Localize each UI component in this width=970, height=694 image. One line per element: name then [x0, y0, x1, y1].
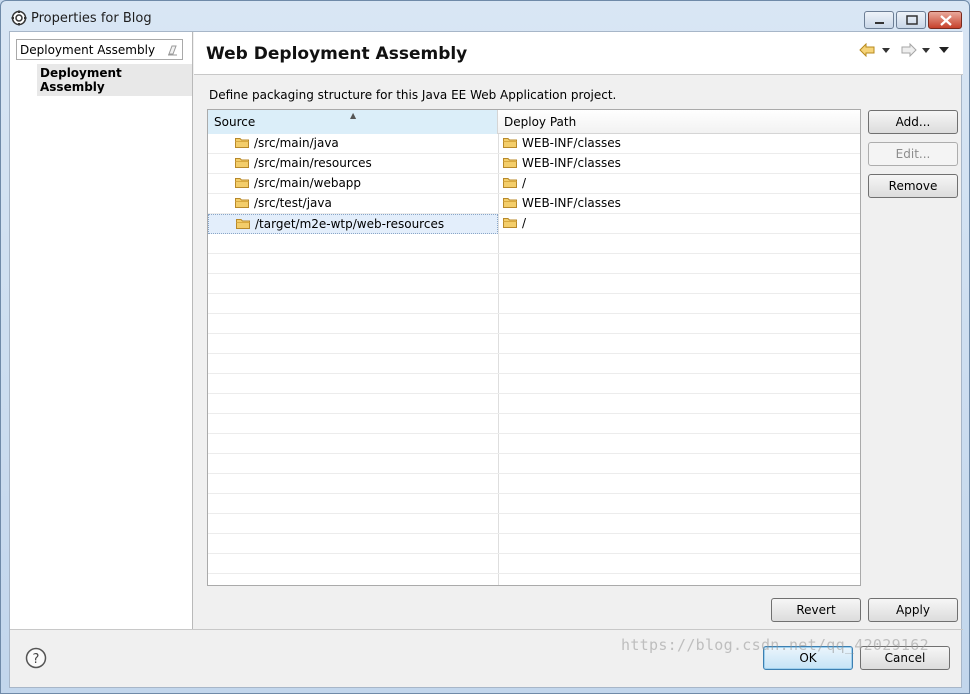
back-arrow-icon[interactable] [859, 43, 877, 57]
source-path: /src/main/resources [254, 156, 372, 170]
folder-icon [503, 198, 517, 208]
svg-text:?: ? [33, 652, 40, 667]
title-bar[interactable]: Properties for Blog [1, 1, 969, 31]
source-path: /target/m2e-wtp/web-resources [255, 217, 445, 231]
deploy-path-cell: WEB-INF/classes [499, 134, 859, 154]
column-header-source[interactable]: Source ▲ [208, 110, 498, 134]
page-title: Web Deployment Assembly [206, 44, 468, 64]
properties-dialog: Properties for Blog Deployment Assembly … [0, 0, 970, 694]
edit-button[interactable]: Edit... [868, 142, 958, 166]
remove-button[interactable]: Remove [868, 174, 958, 198]
table-row[interactable] [208, 434, 860, 454]
table-row[interactable]: /src/test/java WEB-INF/classes [208, 194, 860, 214]
source-path: /src/test/java [254, 196, 332, 210]
folder-icon [236, 219, 250, 229]
table-row[interactable] [208, 274, 860, 294]
deploy-path: WEB-INF/classes [522, 196, 621, 210]
source-cell: /src/main/java [208, 134, 498, 154]
table-row[interactable] [208, 454, 860, 474]
deploy-path: WEB-INF/classes [522, 156, 621, 170]
folder-icon [235, 198, 249, 208]
table-row[interactable] [208, 354, 860, 374]
source-cell: /src/main/webapp [208, 174, 498, 194]
table-row[interactable] [208, 314, 860, 334]
table-row[interactable] [208, 414, 860, 434]
table-header: Source ▲ Deploy Path [208, 110, 860, 134]
folder-icon [503, 138, 517, 148]
table-row[interactable] [208, 254, 860, 274]
table-row[interactable] [208, 514, 860, 534]
table-row[interactable] [208, 574, 860, 585]
deploy-path: / [522, 216, 527, 230]
source-path: /src/main/java [254, 136, 339, 150]
tree-item-deployment-assembly[interactable]: Deployment Assembly [37, 64, 192, 96]
folder-icon [235, 178, 249, 188]
forward-arrow-icon[interactable] [899, 43, 917, 57]
table-row[interactable] [208, 374, 860, 394]
watermark: https://blog.csdn.net/qq_42029162 [621, 636, 929, 654]
deploy-path-cell: / [499, 174, 859, 194]
dialog-body: Deployment Assembly Deployment Assembly … [9, 31, 963, 688]
folder-icon [503, 178, 517, 188]
table-row[interactable]: /src/main/java WEB-INF/classes [208, 134, 860, 154]
minimize-button[interactable] [864, 11, 894, 29]
maximize-button[interactable] [896, 11, 926, 29]
add-button[interactable]: Add... [868, 110, 958, 134]
source-cell: /target/m2e-wtp/web-resources [208, 214, 498, 234]
folder-icon [503, 158, 517, 168]
properties-icon [11, 10, 27, 26]
table-row[interactable] [208, 294, 860, 314]
table-row[interactable] [208, 554, 860, 574]
table-row[interactable] [208, 494, 860, 514]
page-description: Define packaging structure for this Java… [209, 88, 617, 102]
window-title: Properties for Blog [31, 11, 152, 26]
folder-icon [235, 158, 249, 168]
source-cell: /src/main/resources [208, 154, 498, 174]
filter-input[interactable]: Deployment Assembly [16, 39, 183, 60]
maximize-icon [906, 15, 918, 25]
view-menu-icon[interactable] [938, 43, 950, 57]
deploy-path-cell: WEB-INF/classes [499, 194, 859, 214]
page-content: Web Deployment Assembly Define packaging [194, 32, 963, 629]
source-cell: /src/test/java [208, 194, 498, 214]
table-row[interactable] [208, 534, 860, 554]
properties-tree-pane: Deployment Assembly Deployment Assembly [10, 32, 193, 629]
table-row[interactable]: /target/m2e-wtp/web-resources / [208, 214, 860, 234]
deploy-path-cell: / [499, 214, 859, 234]
table-row[interactable] [208, 234, 860, 254]
close-icon [940, 15, 952, 26]
table-row[interactable] [208, 394, 860, 414]
deploy-path-cell: WEB-INF/classes [499, 154, 859, 174]
help-icon[interactable]: ? [25, 647, 47, 669]
table-row[interactable]: /src/main/webapp / [208, 174, 860, 194]
close-button[interactable] [928, 11, 962, 29]
sort-ascending-icon: ▲ [350, 111, 357, 120]
folder-icon [235, 138, 249, 148]
table-row[interactable]: /src/main/resources WEB-INF/classes [208, 154, 860, 174]
table-row[interactable] [208, 474, 860, 494]
deploy-path: / [522, 176, 527, 190]
deployment-table[interactable]: Source ▲ Deploy Path /src/main/java WEB-I… [207, 109, 861, 586]
revert-button[interactable]: Revert [771, 598, 861, 622]
back-dropdown-icon[interactable] [881, 43, 891, 57]
apply-button[interactable]: Apply [868, 598, 958, 622]
source-path: /src/main/webapp [254, 176, 362, 190]
minimize-icon [875, 22, 884, 24]
table-row[interactable] [208, 334, 860, 354]
page-header: Web Deployment Assembly [194, 32, 963, 75]
clear-filter-icon[interactable] [166, 43, 179, 56]
forward-dropdown-icon[interactable] [921, 43, 931, 57]
column-header-deploy-path[interactable]: Deploy Path [498, 110, 860, 134]
filter-input-value: Deployment Assembly [20, 43, 156, 57]
table-rows: /src/main/java WEB-INF/classes/src/main/r… [208, 134, 860, 585]
deploy-path: WEB-INF/classes [522, 136, 621, 150]
folder-icon [503, 218, 517, 228]
